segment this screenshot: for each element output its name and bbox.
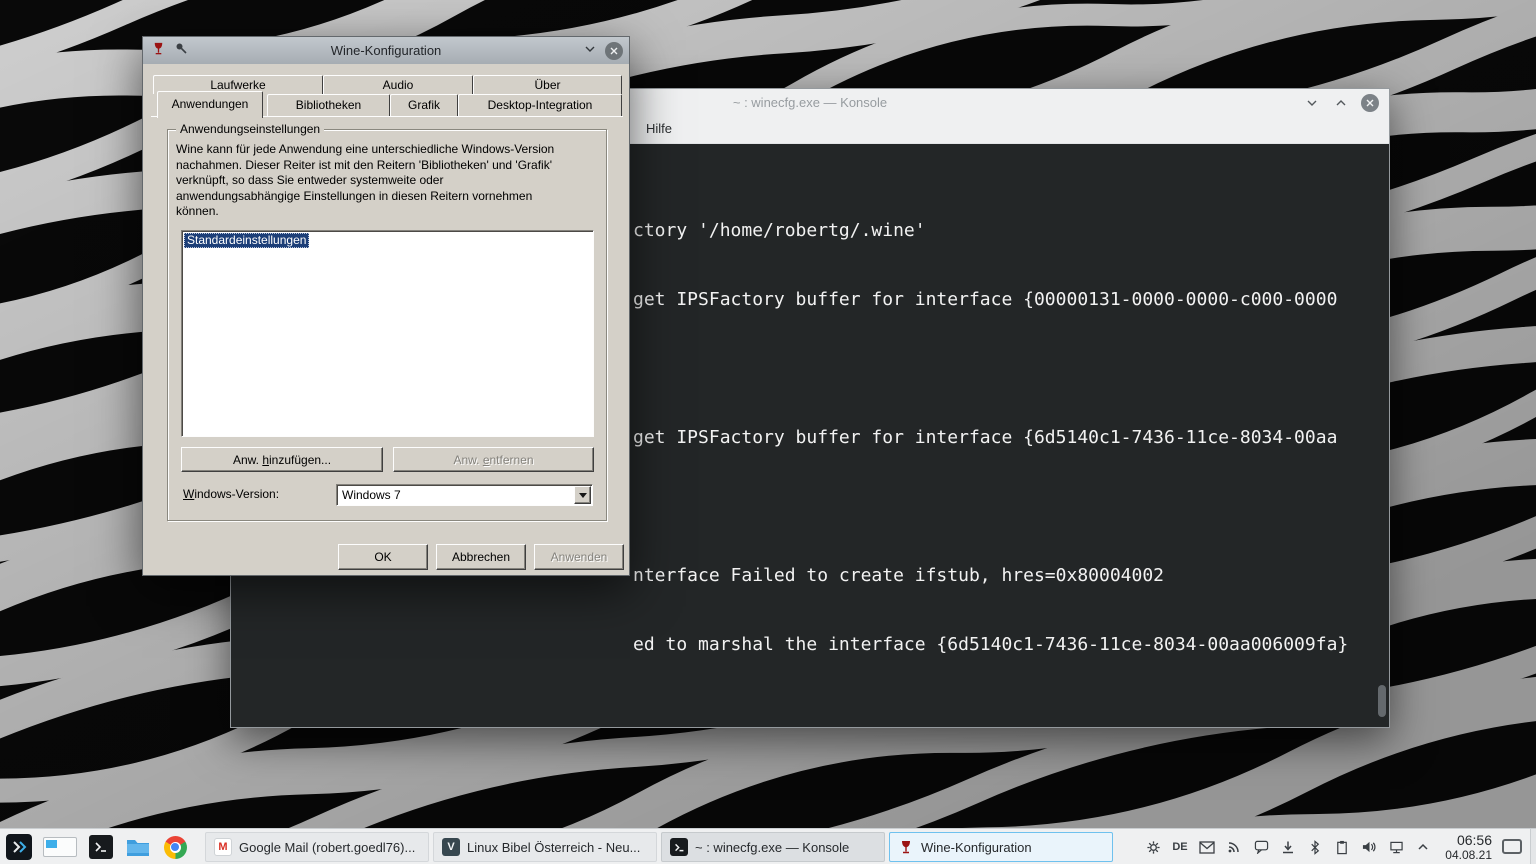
network-icon[interactable] bbox=[1387, 838, 1405, 856]
dialog-titlebar-icons bbox=[151, 37, 188, 64]
bluetooth-icon[interactable] bbox=[1306, 838, 1324, 856]
task-google-mail[interactable]: M Google Mail (robert.goedl76)... bbox=[205, 832, 429, 862]
taskbar-left-cluster bbox=[6, 829, 188, 864]
menu-hilfe[interactable]: Hilfe bbox=[646, 121, 672, 136]
pager-active-desktop bbox=[46, 840, 57, 848]
settings-icon[interactable] bbox=[1144, 838, 1162, 856]
system-tray: DE bbox=[1144, 829, 1432, 864]
task-linux-bibel[interactable]: V Linux Bibel Österreich - Neu... bbox=[433, 832, 657, 862]
maximize-icon[interactable] bbox=[1332, 94, 1350, 112]
chrome-icon[interactable] bbox=[162, 834, 188, 860]
close-icon[interactable] bbox=[605, 42, 623, 60]
tab-audio[interactable]: Audio bbox=[323, 75, 473, 94]
tab-grafik[interactable]: Grafik bbox=[390, 94, 458, 116]
keyboard-layout-indicator[interactable]: DE bbox=[1171, 838, 1189, 856]
chat-icon[interactable] bbox=[1252, 838, 1270, 856]
tab-bibliotheken[interactable]: Bibliotheken bbox=[267, 94, 390, 116]
applications-listbox[interactable]: Standardeinstellungen bbox=[181, 230, 594, 437]
task-label: Wine-Konfiguration bbox=[921, 840, 1032, 855]
task-label: ~ : winecfg.exe — Konsole bbox=[695, 840, 849, 855]
mail-icon[interactable] bbox=[1198, 838, 1216, 856]
terminal-line: ed to marshal the interface {6d5140c1-74… bbox=[235, 633, 1373, 656]
file-manager-icon[interactable] bbox=[125, 834, 151, 860]
taskbar: M Google Mail (robert.goedl76)... V Linu… bbox=[0, 828, 1536, 864]
task-label: Google Mail (robert.goedl76)... bbox=[239, 840, 415, 855]
apply-button: Anwenden bbox=[534, 544, 624, 570]
dialog-body: Laufwerke Audio Über Anwendungen Bibliot… bbox=[143, 64, 629, 575]
terminal-scrollbar[interactable] bbox=[1376, 146, 1387, 725]
taskbar-tasks: M Google Mail (robert.goedl76)... V Linu… bbox=[205, 832, 1113, 862]
tab-anwendungen[interactable]: Anwendungen bbox=[157, 91, 263, 118]
peek-desktop-strip[interactable] bbox=[1530, 829, 1536, 864]
linux-bibel-icon: V bbox=[442, 838, 460, 856]
windows-version-value: Windows 7 bbox=[337, 488, 574, 502]
tab-desktop-integration[interactable]: Desktop-Integration bbox=[458, 94, 622, 116]
updates-icon[interactable] bbox=[1279, 838, 1297, 856]
clock-time: 06:56 bbox=[1445, 832, 1492, 848]
combobox-dropdown-button[interactable] bbox=[574, 486, 591, 504]
clipboard-icon[interactable] bbox=[1333, 838, 1351, 856]
konsole-window-title: ~ : winecfg.exe — Konsole bbox=[733, 95, 887, 110]
konsole-launcher-icon[interactable] bbox=[88, 834, 114, 860]
terminal-line bbox=[235, 702, 1373, 725]
task-konsole[interactable]: ~ : winecfg.exe — Konsole bbox=[661, 832, 885, 862]
clock-date: 04.08.21 bbox=[1445, 848, 1492, 862]
windows-version-combobox[interactable]: Windows 7 bbox=[336, 484, 593, 506]
scrollbar-thumb[interactable] bbox=[1378, 685, 1386, 717]
remove-application-button: Anw. entfernen bbox=[393, 447, 594, 472]
groupbox-anwendungseinstellungen: Anwendungseinstellungen Wine kann für je… bbox=[167, 129, 607, 521]
list-item-selected[interactable]: Standardeinstellungen bbox=[184, 233, 309, 248]
task-wine-konfiguration[interactable]: Wine-Konfiguration bbox=[889, 832, 1113, 862]
cancel-button[interactable]: Abbrechen bbox=[436, 544, 526, 570]
minimize-icon[interactable] bbox=[1303, 94, 1321, 112]
virtual-desktop-pager[interactable] bbox=[43, 837, 77, 857]
chevron-down-icon bbox=[579, 493, 587, 498]
groupbox-title: Anwendungseinstellungen bbox=[176, 122, 324, 136]
show-desktop-icon[interactable] bbox=[1502, 839, 1522, 854]
ok-button[interactable]: OK bbox=[338, 544, 428, 570]
rss-icon[interactable] bbox=[1225, 838, 1243, 856]
konsole-icon bbox=[670, 838, 688, 856]
volume-icon[interactable] bbox=[1360, 838, 1378, 856]
wine-app-icon bbox=[151, 41, 166, 61]
wine-config-dialog: Wine-Konfiguration Laufwerke Audio Über … bbox=[142, 36, 630, 576]
add-application-button[interactable]: Anw. hinzufügen... bbox=[181, 447, 383, 472]
dialog-title: Wine-Konfiguration bbox=[143, 43, 629, 58]
windows-version-label: Windows-Version: bbox=[183, 487, 279, 501]
dialog-window-controls bbox=[584, 37, 623, 64]
desktop: ~ : winecfg.exe — Konsole Hilfe ctory '/… bbox=[0, 0, 1536, 864]
tab-ueber[interactable]: Über bbox=[473, 75, 622, 94]
task-label: Linux Bibel Österreich - Neu... bbox=[467, 840, 640, 855]
digital-clock[interactable]: 06:56 04.08.21 bbox=[1445, 832, 1492, 862]
gmail-icon: M bbox=[214, 838, 232, 856]
konsole-window-controls bbox=[1303, 89, 1379, 116]
dialog-titlebar[interactable]: Wine-Konfiguration bbox=[143, 37, 629, 64]
app-launcher-icon[interactable] bbox=[6, 834, 32, 860]
close-icon[interactable] bbox=[1361, 94, 1379, 112]
wine-icon bbox=[898, 839, 914, 855]
tray-expander-icon[interactable] bbox=[1414, 838, 1432, 856]
pin-icon[interactable] bbox=[174, 41, 188, 60]
applications-description: Wine kann für jede Anwendung eine unters… bbox=[176, 142, 568, 220]
shade-icon[interactable] bbox=[584, 42, 596, 60]
